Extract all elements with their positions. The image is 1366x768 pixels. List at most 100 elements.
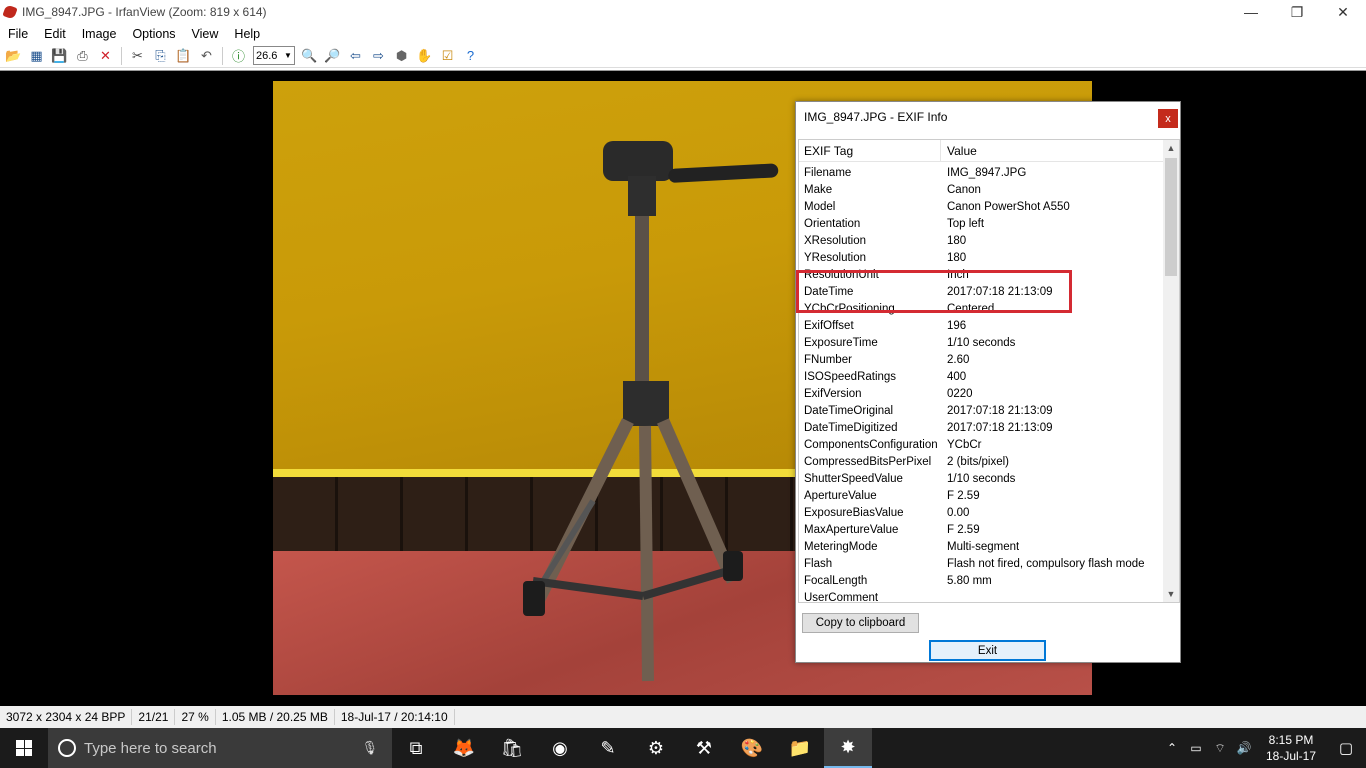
cut-icon[interactable]: ✂ [128,46,148,66]
firefox-icon[interactable]: 🦊 [440,728,488,768]
help-icon[interactable]: ? [461,46,481,66]
exif-row[interactable]: Orientation Top left [799,216,1165,233]
task-view-icon[interactable]: ⧉ [392,728,440,768]
exif-row[interactable]: FocalLength 5.80 mm [799,573,1165,590]
exif-value-cell: 180 [947,235,967,247]
exif-value-cell: 1/10 seconds [947,473,1016,485]
wifi-icon[interactable]: ⌔ [1208,741,1232,756]
exif-row[interactable]: ExifOffset 196 [799,318,1165,335]
slideshow-icon[interactable]: ⬢ [392,46,412,66]
info-icon[interactable]: ⓘ [229,46,249,66]
menu-edit[interactable]: Edit [36,27,74,41]
column-header-value[interactable]: Value [941,140,977,162]
minimize-button[interactable]: — [1228,0,1274,24]
datetime-highlight-box [796,270,1072,313]
exif-value-cell: 196 [947,320,967,332]
previous-icon[interactable]: ⇦ [346,46,366,66]
search-placeholder: Type here to search [84,739,217,757]
exif-row[interactable]: Flash Flash not fired, compulsory flash m… [799,556,1165,573]
exit-button[interactable]: Exit [929,640,1046,661]
close-button[interactable]: ✕ [1320,0,1366,24]
exif-row[interactable]: DateTimeDigitized 2017:07:18 21:13:09 [799,420,1165,437]
exif-row[interactable]: ApertureValue F 2.59 [799,488,1165,505]
exif-tag-cell: FNumber [804,354,852,366]
hand-icon[interactable]: ✋ [415,46,435,66]
volume-icon[interactable]: 🔊 [1232,741,1256,755]
exif-tag-cell: CompressedBitsPerPixel [804,456,932,468]
irfanview-app-icon[interactable] [2,4,18,20]
file-explorer-icon[interactable]: 📁 [776,728,824,768]
exif-row[interactable]: DateTimeOriginal 2017:07:18 21:13:09 [799,403,1165,420]
exif-row[interactable]: Model Canon PowerShot A550 [799,199,1165,216]
exif-tag-cell: MeteringMode [804,541,878,553]
taskbar-search-box[interactable]: Type here to search 🎙 [48,728,392,768]
open-icon[interactable]: 📂 [4,46,24,66]
window-title: IMG_8947.JPG - IrfanView (Zoom: 819 x 61… [22,5,267,19]
settings-icon[interactable]: ☑ [438,46,458,66]
exif-row[interactable]: FNumber 2.60 [799,352,1165,369]
exif-row[interactable]: ExifVersion 0220 [799,386,1165,403]
exif-row[interactable]: XResolution 180 [799,233,1165,250]
paste-icon[interactable]: 📋 [174,46,194,66]
clock-date: 18-Jul-17 [1265,749,1317,763]
clock[interactable]: 8:15 PM 18-Jul-17 [1256,732,1326,764]
exif-row[interactable]: YResolution 180 [799,250,1165,267]
vertical-scrollbar[interactable]: ▲ ▼ [1163,140,1179,602]
paint-icon[interactable]: ✎ [584,728,632,768]
battery-icon[interactable]: ▭ [1184,741,1208,755]
menu-file[interactable]: File [0,27,36,41]
exif-row[interactable]: MaxApertureValue F 2.59 [799,522,1165,539]
chevron-up-icon[interactable]: ⌃ [1160,741,1184,755]
exif-value-cell: Flash not fired, compulsory flash mode [947,558,1145,570]
scrollbar-thumb[interactable] [1165,158,1177,276]
notifications-icon[interactable]: ▢ [1326,739,1366,757]
delete-icon[interactable]: ✕ [96,46,116,66]
exif-value-cell: IMG_8947.JPG [947,167,1027,179]
dialog-close-button[interactable]: x [1158,109,1178,128]
exif-row[interactable]: MeteringMode Multi-segment [799,539,1165,556]
thumbnails-icon[interactable]: ▦ [27,46,47,66]
microphone-icon[interactable]: 🎙 [361,740,378,756]
exif-row[interactable]: Filename IMG_8947.JPG [799,165,1165,182]
exif-row[interactable]: ComponentsConfiguration YCbCr [799,437,1165,454]
exif-row[interactable]: ExposureTime 1/10 seconds [799,335,1165,352]
exif-row[interactable]: CompressedBitsPerPixel 2 (bits/pixel) [799,454,1165,471]
zoom-combo[interactable]: 26.6 ▼ [253,46,295,65]
status-index: 21/21 [132,709,176,725]
exif-row[interactable]: UserComment [799,590,1165,602]
paint-palette-icon[interactable]: 🎨 [728,728,776,768]
menu-options[interactable]: Options [124,27,183,41]
save-icon[interactable]: 💾 [50,46,70,66]
irfanview-icon[interactable]: ✸ [824,728,872,768]
copy-icon[interactable]: ⎘ [151,46,171,66]
exif-row[interactable]: ISOSpeedRatings 400 [799,369,1165,386]
settings-icon[interactable]: ⚙ [632,728,680,768]
menu-view[interactable]: View [184,27,227,41]
exif-value-cell: 2017:07:18 21:13:09 [947,405,1053,417]
exif-value-cell: YCbCr [947,439,982,451]
window-controls: — ❐ ✕ [1228,0,1366,24]
copy-to-clipboard-button[interactable]: Copy to clipboard [802,613,919,633]
start-button[interactable] [0,728,48,768]
store-icon[interactable]: 🛍 [488,728,536,768]
next-icon[interactable]: ⇨ [369,46,389,66]
zoom-out-icon[interactable]: 🔎 [323,46,343,66]
zoom-in-icon[interactable]: 🔍 [300,46,320,66]
clock-time: 8:15 PM [1268,733,1314,747]
exif-row[interactable]: Make Canon [799,182,1165,199]
taskbar-apps: ⧉ 🦊 🛍 ◉ ✎ ⚙ ⚒ 🎨 📁 ✸ [392,728,872,768]
exif-list[interactable]: EXIF Tag Value Filename IMG_8947.JPG Make C… [798,139,1180,603]
chrome-icon[interactable]: ◉ [536,728,584,768]
exif-tag-cell: DateTimeOriginal [804,405,894,417]
menu-image[interactable]: Image [74,27,125,41]
menu-help[interactable]: Help [226,27,268,41]
tool-icon[interactable]: ⚒ [680,728,728,768]
restore-button[interactable]: ❐ [1274,0,1320,24]
column-header-tag[interactable]: EXIF Tag [799,140,941,162]
exif-row[interactable]: ExposureBiasValue 0.00 [799,505,1165,522]
scroll-up-icon[interactable]: ▲ [1163,140,1179,156]
undo-icon[interactable]: ↶ [197,46,217,66]
print-icon[interactable]: ⎙ [73,46,93,66]
exif-row[interactable]: ShutterSpeedValue 1/10 seconds [799,471,1165,488]
scroll-down-icon[interactable]: ▼ [1163,586,1179,602]
